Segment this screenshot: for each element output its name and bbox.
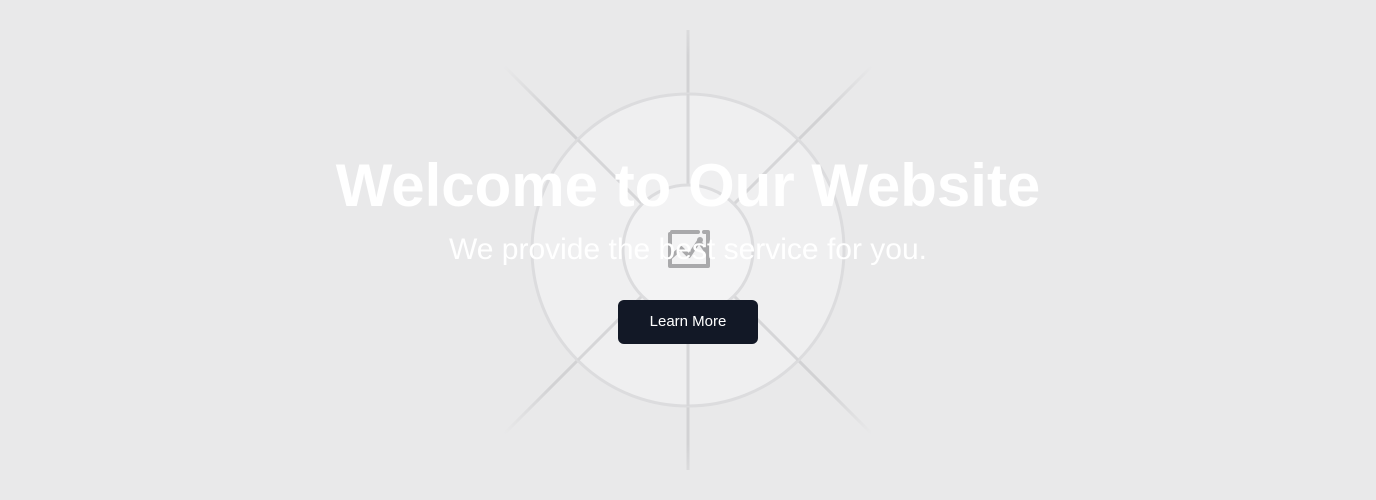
hero-subtitle: We provide the best service for you. [448, 233, 927, 266]
hero-section: Welcome to Our Website We provide the be… [0, 0, 1376, 500]
hero-content: Welcome to Our Website We provide the be… [0, 0, 1376, 500]
hero-title: Welcome to Our Website [335, 152, 1041, 219]
learn-more-button[interactable]: Learn More [618, 300, 758, 344]
